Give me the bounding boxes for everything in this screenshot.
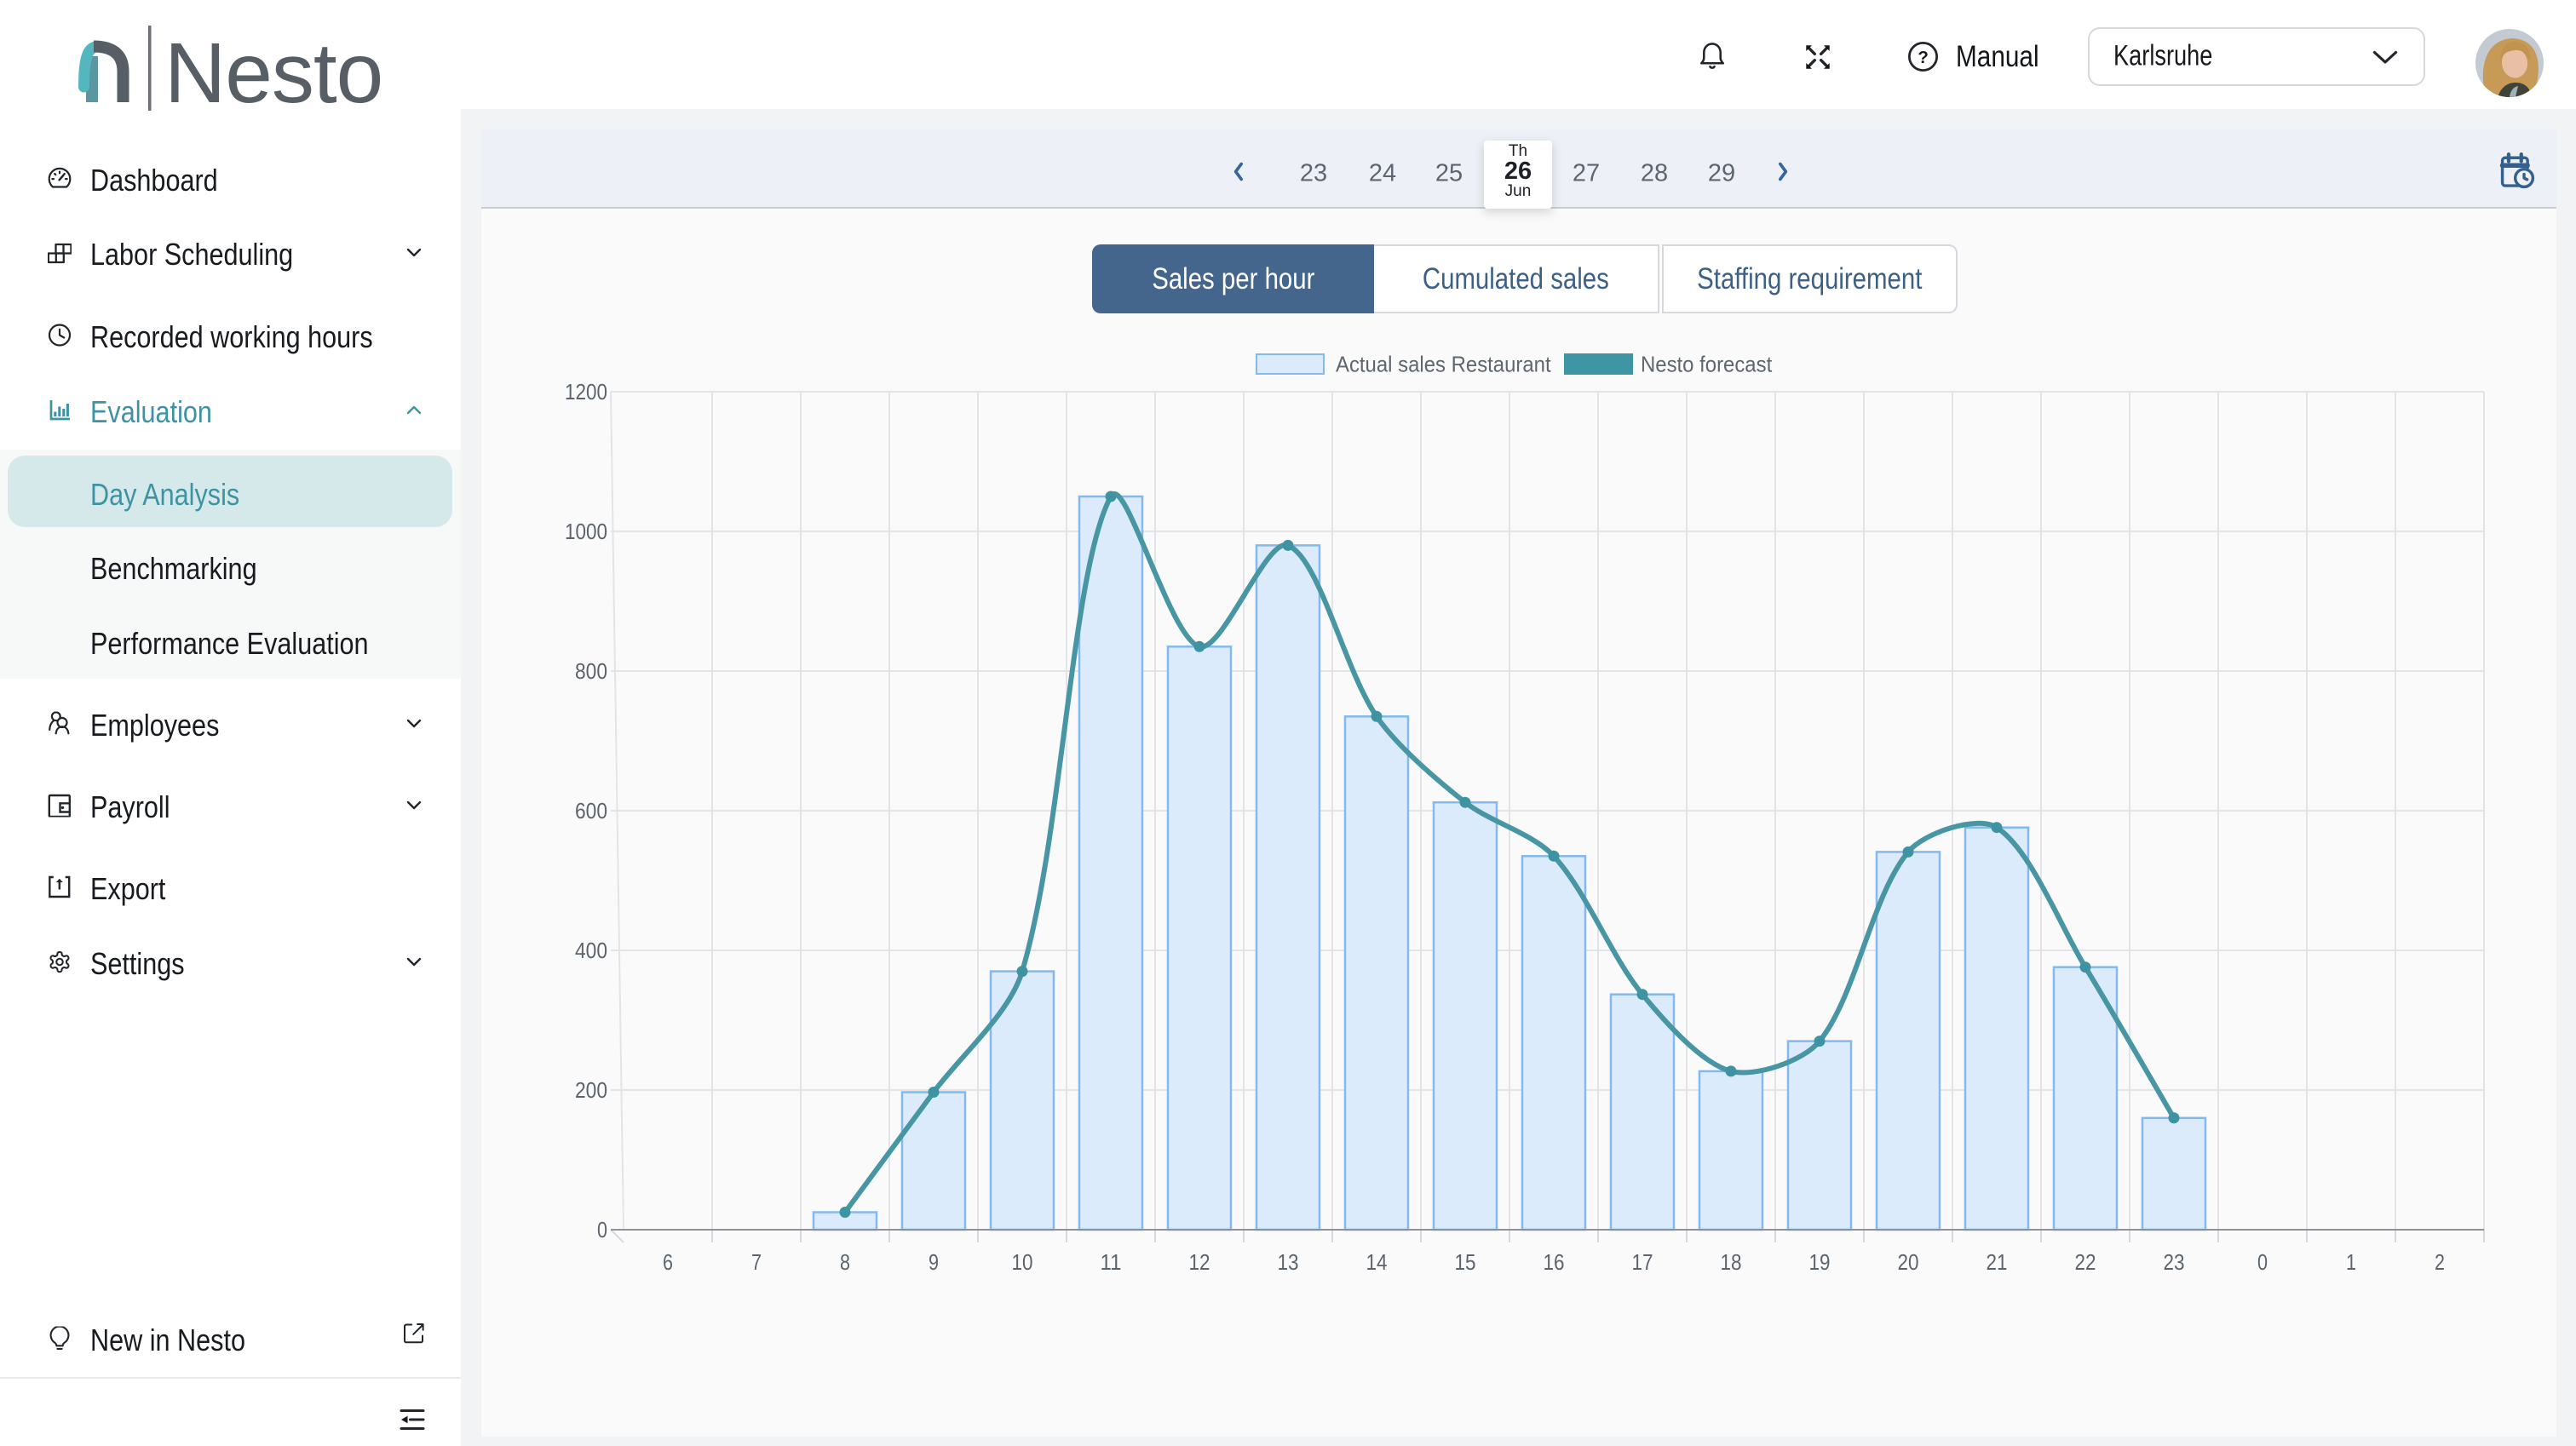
- svg-text:6: 6: [663, 1249, 673, 1275]
- svg-text:14: 14: [1366, 1249, 1388, 1275]
- svg-text:8: 8: [840, 1249, 850, 1275]
- svg-text:0: 0: [2257, 1249, 2268, 1275]
- svg-text:10: 10: [1012, 1249, 1033, 1275]
- svg-text:800: 800: [575, 658, 607, 684]
- svg-text:18: 18: [1721, 1249, 1742, 1275]
- svg-text:200: 200: [575, 1077, 607, 1103]
- svg-text:7: 7: [751, 1249, 762, 1275]
- svg-text:21: 21: [1987, 1249, 2008, 1275]
- svg-text:19: 19: [1809, 1249, 1831, 1275]
- svg-text:16: 16: [1544, 1249, 1565, 1275]
- svg-text:1000: 1000: [565, 519, 607, 544]
- svg-text:1: 1: [2346, 1249, 2356, 1275]
- svg-text:20: 20: [1898, 1249, 1919, 1275]
- svg-text:600: 600: [575, 798, 607, 823]
- svg-text:9: 9: [929, 1249, 939, 1275]
- svg-text:22: 22: [2075, 1249, 2096, 1275]
- svg-text:400: 400: [575, 938, 607, 963]
- svg-text:2: 2: [2435, 1249, 2445, 1275]
- svg-text:Nesto: Nesto: [164, 26, 382, 119]
- svg-text:23: 23: [2164, 1249, 2185, 1275]
- svg-text:0: 0: [597, 1217, 607, 1242]
- svg-text:12: 12: [1189, 1249, 1210, 1275]
- svg-text:13: 13: [1278, 1249, 1299, 1275]
- svg-text:17: 17: [1632, 1249, 1653, 1275]
- svg-text:15: 15: [1455, 1249, 1476, 1275]
- svg-text:1200: 1200: [565, 379, 607, 405]
- svg-text:?: ?: [1918, 48, 1929, 67]
- svg-text:11: 11: [1101, 1249, 1122, 1275]
